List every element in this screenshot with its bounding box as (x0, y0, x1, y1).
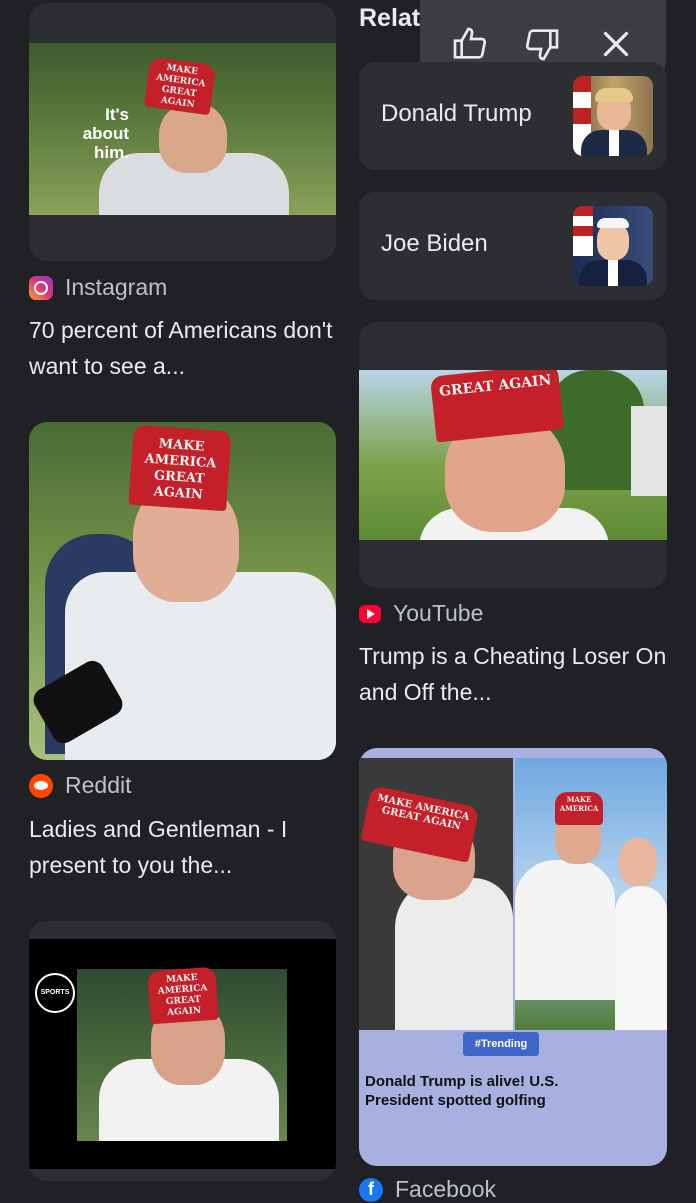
thumbs-down-icon[interactable] (522, 24, 562, 64)
result-card-facebook[interactable]: MAKE AMERICA GREAT AGAIN MAKE AMERICA #T… (359, 748, 667, 1166)
result-card-reddit[interactable]: MAKE AMERICA GREAT AGAIN (29, 422, 336, 760)
result-card-youtube[interactable]: GREAT AGAIN (359, 322, 667, 588)
caption: Donald Trump is alive! U.S. President sp… (365, 1073, 559, 1109)
overlay-text: It's about him. (82, 105, 129, 162)
close-icon[interactable] (598, 26, 634, 62)
result-card-instagram[interactable]: MAKE AMERICA GREAT AGAIN It's about him. (29, 3, 336, 261)
result-card-sports[interactable]: MAKE AMERICA GREAT AGAIN SPORTS (29, 921, 336, 1181)
result-image: MAKE AMERICA GREAT AGAIN It's about him. (29, 43, 336, 215)
source-name: Reddit (65, 772, 132, 798)
result-image: MAKE AMERICA GREAT AGAIN (29, 422, 336, 760)
maga-hat: MAKE AMERICA GREAT AGAIN (128, 424, 232, 512)
result-image: MAKE AMERICA GREAT AGAIN MAKE AMERICA #T… (359, 748, 667, 1166)
facebook-icon: f (359, 1177, 383, 1202)
source-name: Facebook (395, 1176, 497, 1202)
result-title[interactable]: Trump is a Cheating Loser On and Off the… (359, 638, 674, 710)
related-search-label: Donald Trump (381, 100, 532, 127)
maga-hat: MAKE AMERICA GREAT AGAIN (143, 56, 217, 116)
joe-biden-thumbnail (573, 206, 653, 286)
maga-hat: MAKE AMERICA GREAT AGAIN (147, 966, 219, 1025)
result-image: GREAT AGAIN (359, 370, 667, 540)
donald-trump-thumbnail (573, 76, 653, 156)
thumbs-up-icon[interactable] (450, 24, 490, 64)
result-source-youtube[interactable]: YouTube (359, 600, 483, 627)
related-search-donald-trump[interactable]: Donald Trump (359, 62, 667, 170)
reddit-icon (29, 773, 53, 798)
result-title[interactable]: Ladies and Gentleman - I present to you … (29, 811, 344, 883)
result-title[interactable]: 70 percent of Americans don't want to se… (29, 312, 344, 384)
result-source-instagram[interactable]: Instagram (29, 274, 167, 301)
source-name: YouTube (393, 600, 484, 626)
result-source-facebook[interactable]: f Facebook (359, 1176, 496, 1203)
related-searches-heading: Relat (359, 4, 421, 32)
related-search-joe-biden[interactable]: Joe Biden (359, 192, 667, 300)
sports-logo: SPORTS (35, 973, 75, 1013)
source-name: Instagram (65, 274, 168, 300)
instagram-icon (29, 275, 53, 300)
related-search-label: Joe Biden (381, 230, 488, 257)
result-source-reddit[interactable]: Reddit (29, 772, 131, 799)
badge: #Trending (463, 1032, 539, 1056)
result-image: MAKE AMERICA GREAT AGAIN SPORTS (29, 939, 336, 1169)
youtube-icon (359, 604, 381, 623)
